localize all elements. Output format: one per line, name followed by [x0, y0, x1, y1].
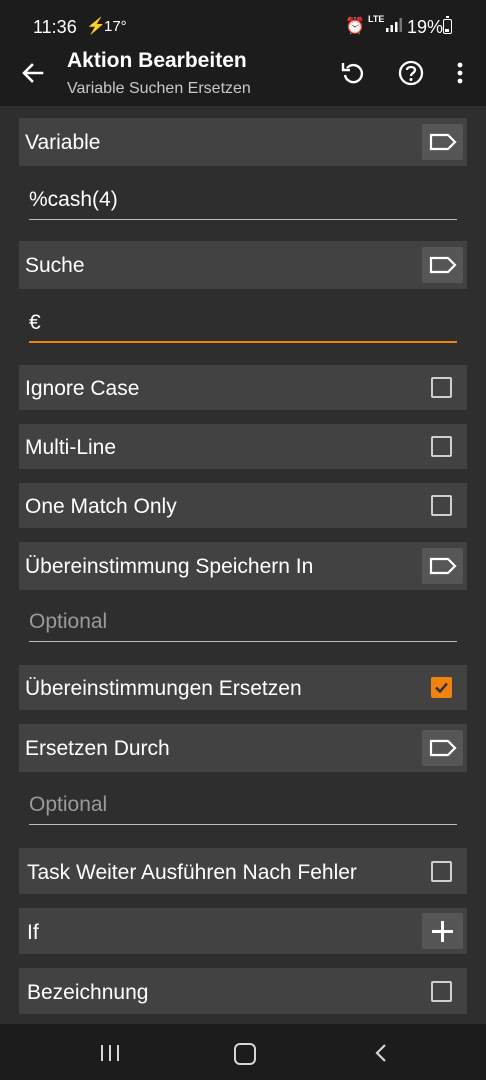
multi-line-checkbox[interactable] [431, 436, 452, 457]
tag-icon [429, 133, 457, 151]
variable-tag-button[interactable] [422, 124, 463, 160]
variable-field[interactable]: %cash(4) [29, 180, 457, 220]
status-bar: 11:36 ⚡ 17° ⏰ LTE 19% [0, 0, 486, 40]
continue-after-error-checkbox[interactable] [431, 861, 452, 882]
tag-icon [429, 557, 457, 575]
one-match-only-label: One Match Only [25, 495, 177, 518]
continue-after-error-row[interactable]: Task Weiter Ausführen Nach Fehler [19, 848, 467, 894]
network-type: LTE [368, 14, 385, 24]
status-temperature: 17° [104, 18, 127, 35]
search-row: Suche [19, 241, 467, 289]
search-label: Suche [25, 254, 85, 277]
one-match-only-row[interactable]: One Match Only [19, 483, 467, 528]
tag-icon [429, 739, 457, 757]
signal-icon [386, 18, 402, 32]
page-subtitle: Variable Suchen Ersetzen [67, 80, 251, 97]
search-tag-button[interactable] [422, 247, 463, 283]
replace-with-field[interactable]: Optional [29, 785, 457, 825]
label-row-checkbox[interactable] [431, 981, 452, 1002]
continue-after-error-label: Task Weiter Ausführen Nach Fehler [27, 861, 357, 884]
checkmark-icon [435, 682, 448, 694]
store-matches-label: Übereinstimmung Speichern In [25, 555, 314, 578]
variable-row: Variable [19, 118, 467, 166]
help-icon[interactable] [397, 59, 425, 87]
replace-matches-checkbox[interactable] [431, 677, 452, 698]
battery-icon [443, 16, 452, 34]
status-time: 11:36 [33, 17, 77, 37]
ignore-case-checkbox[interactable] [431, 377, 452, 398]
flash-icon: ⚡ [86, 18, 106, 35]
label-row-label: Bezeichnung [27, 981, 149, 1004]
more-options-icon[interactable] [446, 59, 474, 87]
store-matches-field[interactable]: Optional [29, 602, 457, 642]
replace-with-label: Ersetzen Durch [25, 737, 170, 760]
multi-line-label: Multi-Line [25, 436, 117, 459]
one-match-only-checkbox[interactable] [431, 495, 452, 516]
ignore-case-row[interactable]: Ignore Case [19, 365, 467, 410]
store-matches-placeholder: Optional [29, 610, 108, 633]
recents-icon[interactable] [100, 1044, 120, 1062]
replace-with-tag-button[interactable] [422, 730, 463, 766]
ignore-case-label: Ignore Case [25, 377, 140, 400]
nav-back-icon[interactable] [374, 1043, 388, 1063]
store-matches-tag-button[interactable] [422, 548, 463, 584]
replace-matches-label: Übereinstimmungen Ersetzen [25, 677, 302, 700]
if-label: If [27, 921, 39, 944]
label-row[interactable]: Bezeichnung [19, 968, 467, 1014]
variable-label: Variable [25, 131, 101, 154]
page-title: Aktion Bearbeiten [67, 49, 247, 72]
home-icon[interactable] [234, 1043, 256, 1065]
search-value: € [29, 311, 41, 334]
replace-with-row: Ersetzen Durch [19, 724, 467, 772]
multi-line-row[interactable]: Multi-Line [19, 424, 467, 469]
replace-matches-row[interactable]: Übereinstimmungen Ersetzen [19, 665, 467, 710]
replace-with-placeholder: Optional [29, 793, 108, 816]
tag-icon [429, 256, 457, 274]
undo-icon[interactable] [339, 59, 367, 87]
variable-value: %cash(4) [29, 188, 118, 211]
search-field[interactable]: € [29, 303, 457, 343]
system-navigation-bar [0, 1024, 486, 1080]
back-arrow-icon[interactable] [20, 60, 46, 86]
battery-percent: 19% [407, 17, 444, 37]
store-matches-row: Übereinstimmung Speichern In [19, 542, 467, 590]
app-bar: Aktion Bearbeiten Variable Suchen Ersetz… [0, 40, 486, 106]
alarm-icon: ⏰ [345, 18, 365, 35]
add-condition-button[interactable] [422, 913, 463, 949]
if-row: If [19, 908, 467, 954]
